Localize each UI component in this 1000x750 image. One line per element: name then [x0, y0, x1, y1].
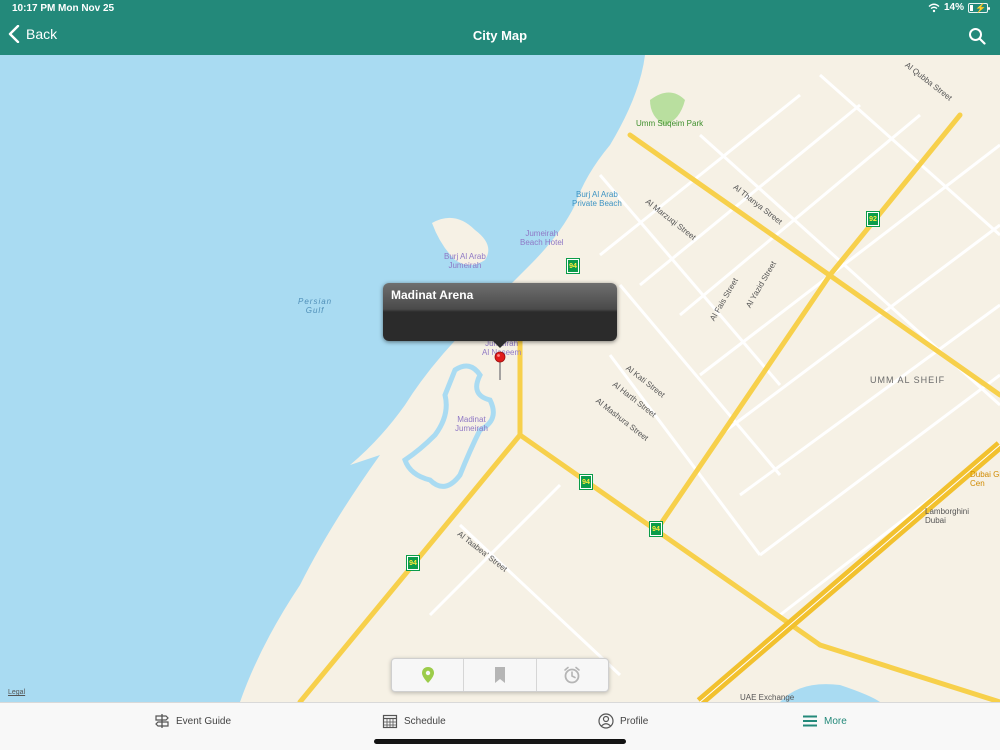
city-map[interactable]: Umm Suqeim Park Burj Al Arab Private Beac…	[0, 55, 1000, 702]
tab-schedule[interactable]: Schedule	[382, 713, 446, 729]
alarm-clock-icon	[564, 666, 581, 684]
map-label-uae-exchange: UAE Exchange	[740, 693, 795, 702]
route-shield: 94	[579, 474, 593, 490]
status-bar: 10:17 PM Mon Nov 25 14% ⚡	[0, 0, 1000, 18]
map-pin-icon	[421, 667, 434, 683]
map-label-persian-gulf: Persian Gulf	[298, 297, 333, 315]
signpost-icon	[155, 714, 169, 728]
status-right: 14% ⚡	[928, 2, 990, 13]
bookmark-icon	[494, 667, 505, 683]
tab-label: More	[824, 715, 847, 727]
route-shield: 94	[406, 555, 420, 571]
segment-bookmarks[interactable]	[464, 659, 537, 691]
map-mode-segmented-control	[391, 658, 609, 692]
status-date: Mon Nov 25	[58, 3, 115, 14]
route-shield: 92	[866, 211, 880, 227]
page-title: City Map	[472, 28, 528, 43]
battery-icon: ⚡	[968, 2, 990, 13]
tab-label: Event Guide	[176, 715, 232, 727]
map-label-jumeirah-beach-hotel: Jumeirah Beach Hotel	[520, 229, 564, 247]
legal-link[interactable]: Legal	[8, 689, 25, 696]
navigation-bar: Back City Map	[0, 20, 1000, 55]
callout-tail	[493, 341, 507, 348]
map-label-madinat-jumeirah: Madinat Jumeirah	[455, 415, 488, 433]
person-icon	[598, 713, 614, 729]
status-time: 10:17 PM	[12, 3, 56, 14]
map-callout[interactable]: Madinat Arena	[383, 283, 617, 348]
menu-icon	[803, 715, 817, 727]
route-shield: 94	[649, 521, 663, 537]
search-icon[interactable]	[968, 27, 986, 45]
tab-event-guide[interactable]: Event Guide	[154, 713, 231, 729]
map-label-burj-al-arab-jumeirah: Burj Al Arab Jumeirah	[444, 252, 486, 270]
tab-more[interactable]: More	[802, 713, 847, 729]
map-label-dubai-gold: Dubai Gi Cen	[970, 470, 1000, 488]
calendar-icon	[382, 714, 398, 729]
map-label-burj-al-arab-beach: Burj Al Arab Private Beach	[572, 190, 622, 208]
tab-label: Profile	[620, 715, 649, 727]
tab-profile[interactable]: Profile	[598, 713, 648, 729]
home-indicator	[374, 739, 626, 744]
callout-title: Madinat Arena	[391, 288, 474, 302]
wifi-icon	[928, 3, 940, 12]
map-label-lamborghini-dubai: Lamborghini Dubai	[925, 507, 970, 525]
map-label-umm-suqeim-park: Umm Suqeim Park	[636, 119, 704, 128]
top-bar: 10:17 PM Mon Nov 25 14% ⚡ Back City Map	[0, 0, 1000, 55]
tab-label: Schedule	[404, 715, 446, 727]
battery-percent: 14%	[943, 2, 964, 13]
map-pin-icon[interactable]	[493, 351, 507, 381]
segment-location[interactable]	[392, 659, 465, 691]
route-shield: 94	[566, 258, 580, 274]
map-label-umm-al-sheif: UMM AL SHEIF	[870, 375, 946, 385]
segment-alarm[interactable]	[537, 659, 608, 691]
